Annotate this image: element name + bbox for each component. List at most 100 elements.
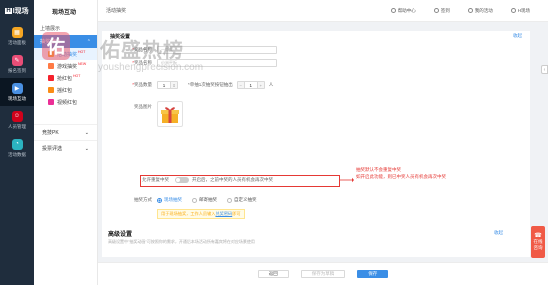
save-button[interactable]: 保存 — [357, 270, 389, 278]
chevron-up-icon: ⌃ — [86, 38, 91, 45]
checkin-label: 签到 — [440, 7, 450, 13]
secondary-sidebar: 现场互动 上墙展示 抽奖游戏 ⌃ 活动抽奖 HOT 游戏抽奖 NEW 抢红包 H… — [34, 0, 98, 285]
sidebar-item-label: 抢红包 — [57, 75, 73, 82]
field-name: *奖品名称 一等奖 — [120, 46, 277, 54]
hot-badge: HOT — [78, 50, 86, 54]
annotation-line2: 如开启此功能，则已中奖人员有机会再次中奖 — [356, 174, 446, 179]
sidebar-section-vote[interactable]: 投票评选 ⌄ — [34, 140, 97, 156]
each-unit: 人 — [268, 82, 274, 87]
consult-line2: 咨询 — [533, 245, 543, 250]
image-label: 奖品图片 — [134, 104, 152, 109]
sidebar-item-shake-redpacket[interactable]: 摇红包 — [34, 84, 97, 96]
repeat-toggle[interactable] — [175, 177, 189, 183]
sidebar-group-lottery[interactable]: 抽奖游戏 ⌃ — [34, 35, 97, 48]
radio-circle-icon — [157, 197, 162, 203]
user-menu[interactable]: H现场 — [510, 8, 530, 14]
radio-custom[interactable]: 自定义抽奖 — [227, 197, 257, 203]
rail-item-label: 人员管理 — [8, 123, 26, 129]
redeem-password-link[interactable]: 兑奖密码 — [215, 211, 232, 216]
data-icon: ◔ — [11, 138, 23, 150]
shake-icon — [48, 87, 54, 93]
radio-onsite[interactable]: 现场抽奖 — [157, 197, 182, 203]
name-label: 奖品名称 — [134, 47, 152, 52]
interaction-icon: ▶ — [11, 82, 23, 94]
logo-text: I现场 — [12, 8, 29, 15]
collapse-toggle[interactable]: 收起 — [513, 33, 522, 39]
footer-bar: 返回 保存为草稿 保存 — [98, 262, 548, 285]
advanced-title: 高级设置 — [108, 232, 133, 238]
each-prefix: *单抽1次抽奖按钮抽出 — [188, 82, 233, 87]
advanced-subtitle: 高级设置中"抽奖动画"可按照你的需求，开通后本场活动所有嘉宾将在对应场景使用 — [108, 239, 255, 244]
hot-badge: HOT — [73, 74, 81, 78]
sidebar-group-display[interactable]: 上墙展示 — [34, 22, 97, 35]
radio-label: 邮寄抽奖 — [199, 197, 217, 202]
repeat-label: 允许重复中奖 — [142, 177, 169, 182]
rail-item-people[interactable]: ☺ 人员管理 — [0, 106, 34, 134]
left-rail: H I现场 ▦ 活动面板 ✎ 报名签到 ▶ 现场互动 ☺ 人员管理 ◔ 活动数据 — [0, 0, 34, 285]
arrow-icon — [340, 177, 354, 183]
mode-label: 抽奖方式 — [134, 197, 152, 202]
plus-icon[interactable]: + — [256, 82, 264, 88]
rail-item-interaction[interactable]: ▶ 现场互动 — [0, 78, 34, 106]
sidebar-item-grab-redpacket[interactable]: 抢红包 HOT — [34, 72, 97, 84]
help-link[interactable]: 帮助中心 — [390, 7, 416, 14]
stepper-arrow-icon[interactable]: ⇕ — [170, 82, 177, 88]
prize-label: 奖品名称 — [134, 60, 152, 65]
quantity-stepper[interactable]: 1 ⇕ — [157, 81, 178, 89]
help-label: 帮助中心 — [397, 7, 416, 13]
each-stepper[interactable]: − 1 + — [236, 81, 265, 89]
chevron-down-icon: ⌄ — [84, 129, 89, 136]
gift-icon — [161, 107, 179, 123]
field-repeat: 允许重复中奖 开启后，之前中奖的人员有机会再次中奖 — [142, 177, 273, 183]
my-events-label: 我的活动 — [474, 7, 493, 13]
checkin-icon — [433, 8, 439, 13]
sidebar-group-label: 上墙展示 — [40, 26, 61, 32]
video-icon — [48, 99, 54, 105]
radio-label: 现场抽奖 — [164, 197, 182, 202]
prize-input[interactable]: 小米平板 — [157, 59, 277, 67]
sidebar-item-label: 摇红包 — [57, 87, 73, 94]
radio-circle-icon — [227, 197, 232, 203]
app-logo[interactable]: H I现场 — [0, 0, 34, 22]
quantity-value: 1 — [162, 82, 166, 88]
annotation-note: 抽奖默认不会重复中奖 如开启此功能，则已中奖人员有机会再次中奖 — [356, 166, 446, 180]
each-value: 1 — [249, 82, 253, 88]
name-input[interactable]: 一等奖 — [157, 46, 277, 54]
radio-label: 自定义抽奖 — [234, 197, 257, 202]
logo-box: H — [5, 8, 12, 14]
field-label: *奖品名称 — [132, 47, 152, 52]
help-icon — [390, 8, 396, 13]
top-bar: 活动抽奖 帮助中心 签到 我的活动 H现场 — [98, 0, 548, 22]
sidebar-section-label: 投票评选 — [42, 146, 63, 152]
field-quantity: *奖品数量 1 ⇕ *单抽1次抽奖按钮抽出 − 1 + 人 — [120, 81, 273, 89]
sidebar-item-lottery[interactable]: 活动抽奖 HOT — [34, 48, 97, 60]
rail-item-dashboard[interactable]: ▦ 活动面板 — [0, 22, 34, 50]
my-events-link[interactable]: 我的活动 — [467, 7, 493, 14]
advanced-collapse[interactable]: 收起 — [494, 230, 503, 236]
sidebar-item-game-lottery[interactable]: 游戏抽奖 NEW — [34, 60, 97, 72]
rail-item-data[interactable]: ◔ 活动数据 — [0, 134, 34, 162]
sidebar-item-label: 游戏抽奖 — [57, 63, 78, 70]
sidebar-item-label: 视频红包 — [57, 99, 78, 106]
save-draft-button[interactable]: 保存为草稿 — [300, 270, 346, 278]
qty-label: 奖品数量 — [134, 82, 152, 87]
sidebar-section-pk[interactable]: 竞技PK ⌄ — [34, 124, 97, 140]
field-label: *奖品数量 — [132, 82, 152, 87]
section-title: 抽奖设置 — [110, 33, 131, 40]
minus-icon[interactable]: − — [237, 82, 245, 88]
checkin-link[interactable]: 签到 — [433, 7, 450, 14]
back-button[interactable]: 返回 — [257, 270, 289, 278]
people-icon: ☺ — [11, 110, 23, 122]
rail-item-signup[interactable]: ✎ 报名签到 — [0, 50, 34, 78]
online-consult-button[interactable]: ☎ 在线 咨询 — [531, 226, 545, 258]
repeat-text: 开启后，之前中奖的人员有机会再次中奖 — [192, 177, 273, 182]
sidebar-item-video-redpacket[interactable]: 视频红包 — [34, 96, 97, 108]
rail-item-label: 活动数据 — [8, 151, 26, 157]
signup-icon: ✎ — [11, 54, 23, 66]
events-icon — [467, 8, 473, 13]
radio-mail[interactable]: 邮寄抽奖 — [192, 197, 217, 203]
chevron-left-icon[interactable]: ‹ — [541, 65, 548, 74]
breadcrumb: 活动抽奖 — [106, 8, 127, 14]
prize-image-upload[interactable] — [157, 101, 183, 127]
card-header: 抽奖设置 收起 — [102, 31, 530, 41]
